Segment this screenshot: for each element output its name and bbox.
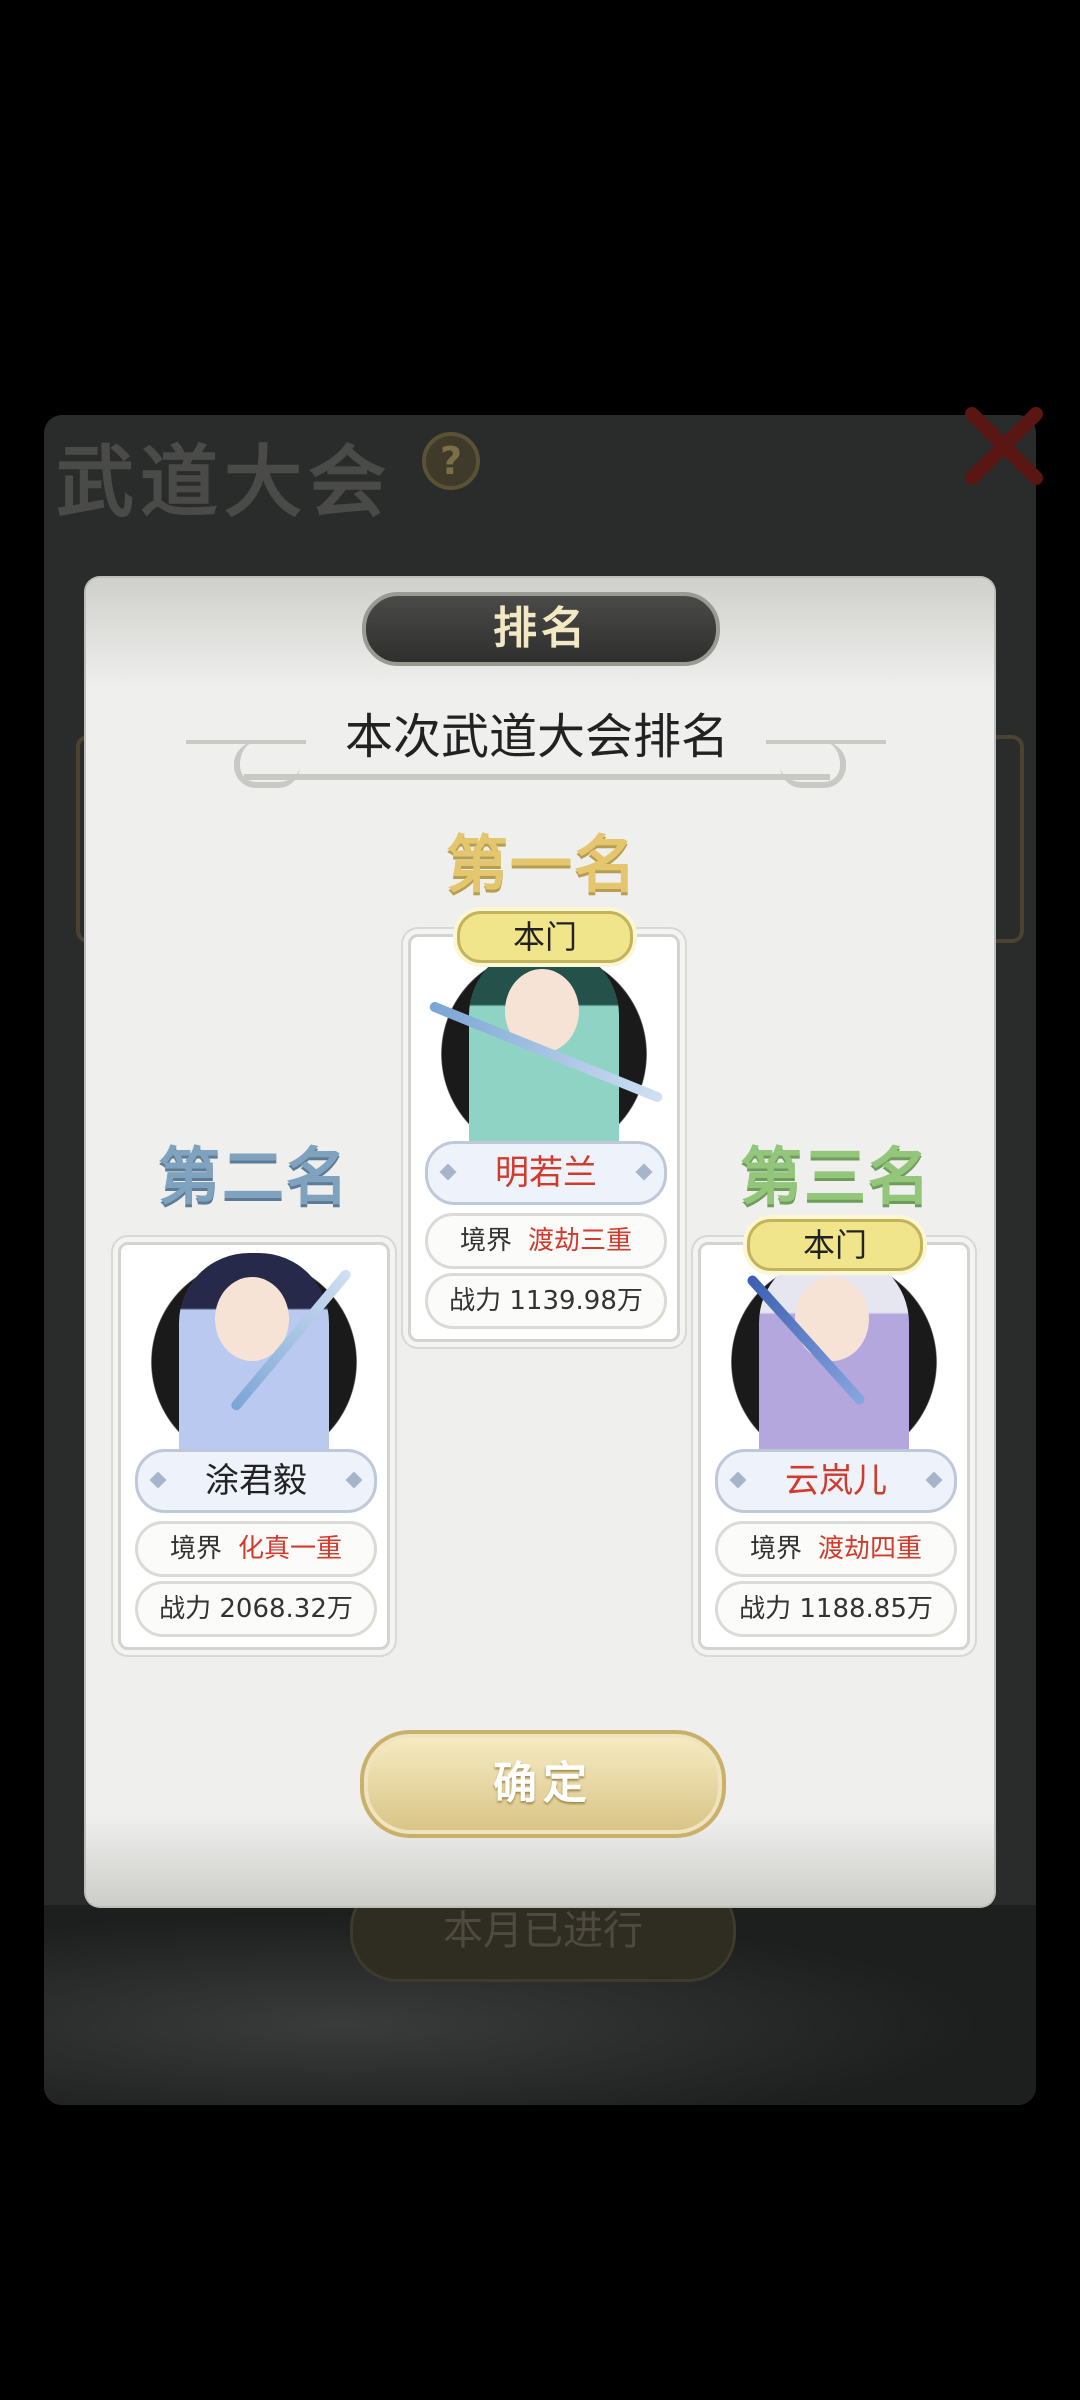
character-name-pill: 涂君毅: [135, 1449, 377, 1513]
sect-badge: 本门: [457, 911, 633, 963]
ranking-subtitle: 本次武道大会排名: [244, 700, 830, 780]
diamond-icon: [635, 1163, 653, 1181]
realm-label: 境界: [459, 1226, 512, 1256]
diamond-icon: [925, 1471, 943, 1489]
first-place-card[interactable]: 本门 明若兰 境界 渡劫三重 战力 1139.98万: [408, 911, 680, 1342]
power-pill: 战力 1188.85万: [715, 1581, 957, 1637]
power-pill: 战力 1139.98万: [425, 1273, 667, 1329]
character-name: 明若兰: [495, 1153, 597, 1193]
realm-pill: 境界 渡劫四重: [715, 1521, 957, 1577]
realm-value: 渡劫四重: [818, 1534, 923, 1564]
realm-pill: 境界 渡劫三重: [425, 1213, 667, 1269]
diamond-icon: [439, 1163, 457, 1181]
second-place-label: 第二名: [158, 1140, 351, 1213]
character-name: 涂君毅: [205, 1461, 307, 1501]
power-value: 1139.98万: [509, 1286, 643, 1316]
realm-label: 境界: [749, 1534, 802, 1564]
power-value: 1188.85万: [799, 1594, 933, 1624]
close-icon[interactable]: [958, 400, 1050, 492]
second-place-card[interactable]: 涂君毅 境界 化真一重 战力 2068.32万: [118, 1242, 390, 1650]
realm-value: 渡劫三重: [528, 1226, 633, 1256]
character-name: 云岚儿: [785, 1461, 887, 1501]
character-name-pill: 云岚儿: [715, 1449, 957, 1513]
realm-pill: 境界 化真一重: [135, 1521, 377, 1577]
diamond-icon: [729, 1471, 747, 1489]
background-title: 武道大会: [56, 437, 393, 528]
power-label: 战力: [739, 1594, 792, 1624]
confirm-button[interactable]: 确定: [360, 1730, 726, 1838]
first-place-label: 第一名: [446, 828, 639, 901]
diamond-icon: [149, 1471, 167, 1489]
power-value: 2068.32万: [219, 1594, 353, 1624]
sect-badge: 本门: [747, 1219, 923, 1271]
third-place-card[interactable]: 本门 云岚儿 境界 渡劫四重 战力 1188.85万: [698, 1219, 970, 1650]
power-pill: 战力 2068.32万: [135, 1581, 377, 1637]
realm-value: 化真一重: [238, 1534, 343, 1564]
ranking-modal: 排名 本次武道大会排名 第一名 第二名 第三名 本门 明若兰 境界 渡劫三重 战力…: [86, 578, 994, 1906]
power-label: 战力: [159, 1594, 212, 1624]
character-name-pill: 明若兰: [425, 1141, 667, 1205]
realm-label: 境界: [169, 1534, 222, 1564]
diamond-icon: [345, 1471, 363, 1489]
power-label: 战力: [449, 1286, 502, 1316]
third-place-label: 第三名: [740, 1140, 933, 1213]
help-icon[interactable]: ?: [422, 432, 480, 490]
modal-header: 排名: [362, 592, 720, 666]
